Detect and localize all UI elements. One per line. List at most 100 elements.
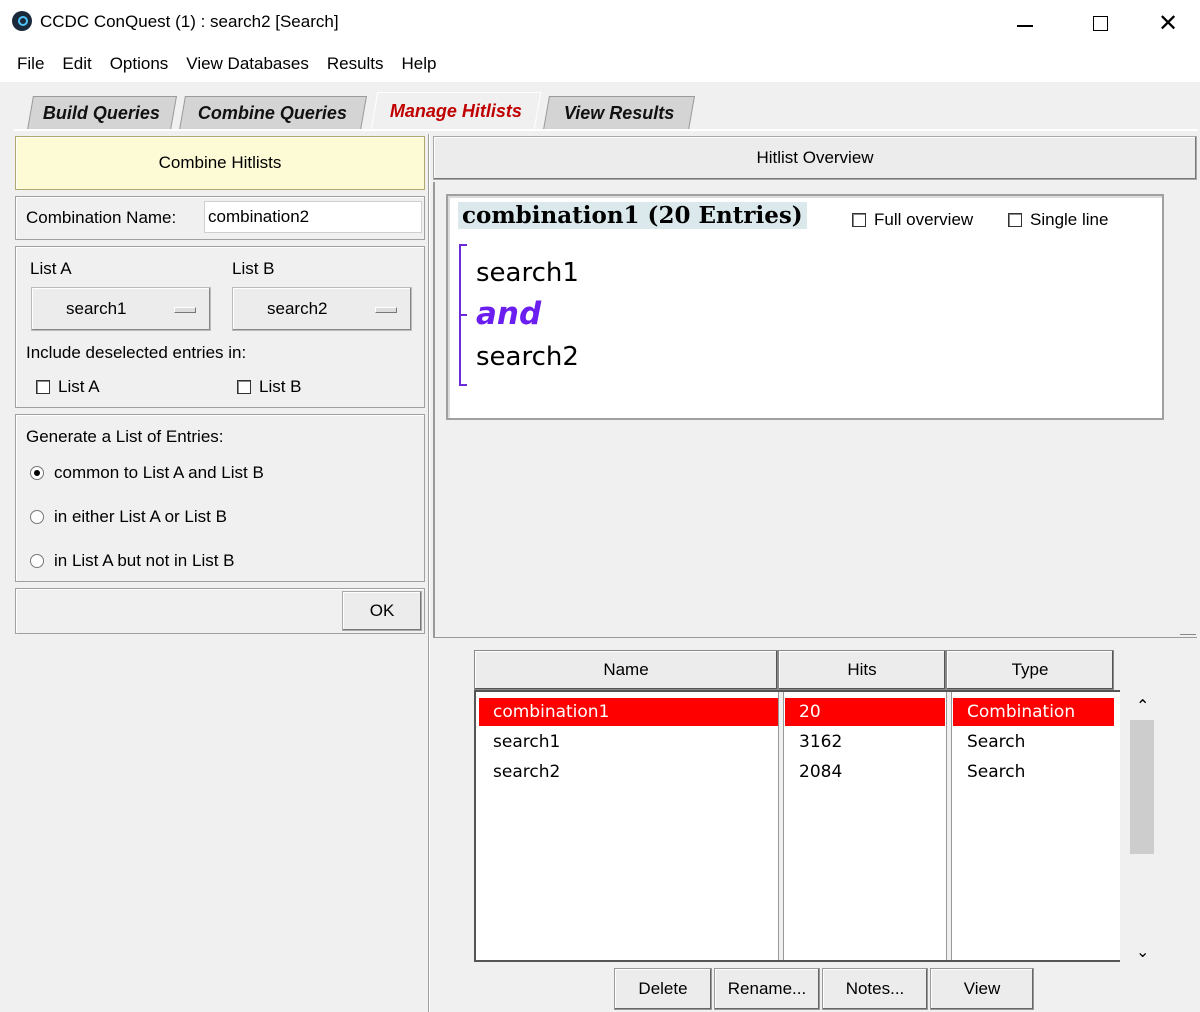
delete-button[interactable]: Delete [614,968,712,1010]
title-bar: CCDC ConQuest (1) : search2 [Search] ✕ [0,0,1200,46]
menu-view-databases[interactable]: View Databases [177,54,318,74]
close-button[interactable]: ✕ [1145,6,1191,40]
hitlist-overview-box: combination1 (20 Entries) Full overview … [446,194,1164,420]
option-label: in either List A or List B [54,507,227,526]
checkbox-icon [237,380,251,394]
list-b-dropdown[interactable]: search2 [232,287,412,331]
include-deselected-label: Include deselected entries in: [26,343,247,362]
tab-manage-hitlists[interactable]: Manage Hitlists [370,92,542,130]
radio-icon [30,510,44,524]
rename-button[interactable]: Rename... [714,968,820,1010]
tab-view-results[interactable]: View Results [543,96,695,130]
close-icon: ✕ [1157,9,1179,37]
checkbox-icon [852,213,866,227]
ok-button[interactable]: OK [342,591,422,631]
generate-list-label: Generate a List of Entries: [26,427,224,446]
conquest-logo-icon [12,11,32,31]
option-label: in List A but not in List B [54,551,235,570]
option-either-radio[interactable]: in either List A or List B [30,507,227,527]
minimize-icon [1017,25,1033,27]
checkbox-icon [36,380,50,394]
scroll-thumb[interactable] [1130,720,1154,854]
maximize-icon [1092,15,1108,31]
query-operand-1: search1 [476,258,579,288]
tab-label: Combine Queries [198,103,348,123]
scroll-down-icon[interactable]: ⌄ [1136,942,1149,961]
tab-underline [14,129,1198,131]
resize-handle[interactable] [1180,634,1196,642]
radio-selected-icon [30,466,44,480]
combine-hitlists-title: Combine Hitlists [158,153,282,172]
option-label: common to List A and List B [54,463,264,482]
radio-icon [30,554,44,568]
notes-button[interactable]: Notes... [822,968,928,1010]
option-common-radio[interactable]: common to List A and List B [30,463,264,483]
full-overview-label: Full overview [874,210,974,229]
menu-file[interactable]: File [8,54,53,74]
dropdown-indicator-icon [174,307,196,313]
combination-name-label: Combination Name: [26,208,177,227]
table-row-hits[interactable]: 20 [785,698,945,726]
list-b-value: search2 [267,299,328,318]
query-operator: and [476,296,542,332]
lists-panel: List A List B search1 search2 Include de… [15,246,425,408]
table-row-name[interactable]: search1 [479,728,778,756]
table-row-hits[interactable]: 2084 [785,758,945,786]
column-header-name[interactable]: Name [474,650,778,690]
table-row-name[interactable]: search2 [479,758,778,786]
menu-bar: File Edit Options View Databases Results… [0,46,1200,82]
column-header-label: Name [603,660,649,679]
table-scrollbar[interactable]: ⌃ ⌄ [1124,690,1160,962]
option-a-not-b-radio[interactable]: in List A but not in List B [30,551,235,571]
menu-edit[interactable]: Edit [53,54,100,74]
column-separator [778,692,784,960]
list-a-value: search1 [66,299,127,318]
ok-panel: OK [15,588,425,634]
table-row-type[interactable]: Search [953,728,1114,756]
single-line-checkbox[interactable]: Single line [1008,210,1108,230]
menu-help[interactable]: Help [393,54,446,74]
list-b-label: List B [232,259,275,278]
tab-label: Manage Hitlists [389,101,522,121]
query-operand-2: search2 [476,342,579,372]
include-list-a-checkbox[interactable]: List A [36,377,100,397]
minimize-button[interactable] [1002,6,1048,40]
window-title: CCDC ConQuest (1) : search2 [Search] [40,12,339,31]
tab-label: View Results [563,103,675,123]
table-row-type[interactable]: Search [953,758,1114,786]
tab-bar: Build Queries Combine Queries Manage Hit… [0,88,1200,130]
view-button[interactable]: View [930,968,1034,1010]
column-separator [946,692,952,960]
list-a-label: List A [30,259,72,278]
maximize-button[interactable] [1077,6,1123,40]
include-list-b-checkbox[interactable]: List B [237,377,302,397]
table-row-type[interactable]: Combination [953,698,1114,726]
query-bracket-tick [461,314,467,316]
combination-name-panel: Combination Name: [15,196,425,240]
table-row-hits[interactable]: 3162 [785,728,945,756]
dropdown-indicator-icon [375,307,397,313]
combination-title: combination1 (20 Entries) [458,202,807,229]
checkbox-icon [1008,213,1022,227]
column-header-label: Type [1011,660,1049,679]
single-line-label: Single line [1030,210,1109,229]
generate-list-panel: Generate a List of Entries: common to Li… [15,414,425,582]
column-header-hits[interactable]: Hits [778,650,946,690]
scroll-up-icon[interactable]: ⌃ [1136,696,1149,715]
hitlist-overview-header[interactable]: Hitlist Overview [433,136,1197,180]
hitlist-overview-title: Hitlist Overview [756,148,874,167]
menu-results[interactable]: Results [318,54,393,74]
column-header-type[interactable]: Type [946,650,1114,690]
full-overview-checkbox[interactable]: Full overview [852,210,973,230]
list-a-dropdown[interactable]: search1 [31,287,211,331]
tab-label: Build Queries [43,103,161,123]
table-row-name[interactable]: combination1 [479,698,778,726]
column-header-label: Hits [847,660,877,679]
tab-combine-queries[interactable]: Combine Queries [179,96,367,130]
include-list-b-label: List B [259,377,302,396]
panel-divider[interactable] [428,134,430,1012]
menu-options[interactable]: Options [101,54,178,74]
tab-build-queries[interactable]: Build Queries [27,96,177,130]
combination-name-input[interactable] [204,201,422,233]
combine-hitlists-header: Combine Hitlists [15,136,425,190]
